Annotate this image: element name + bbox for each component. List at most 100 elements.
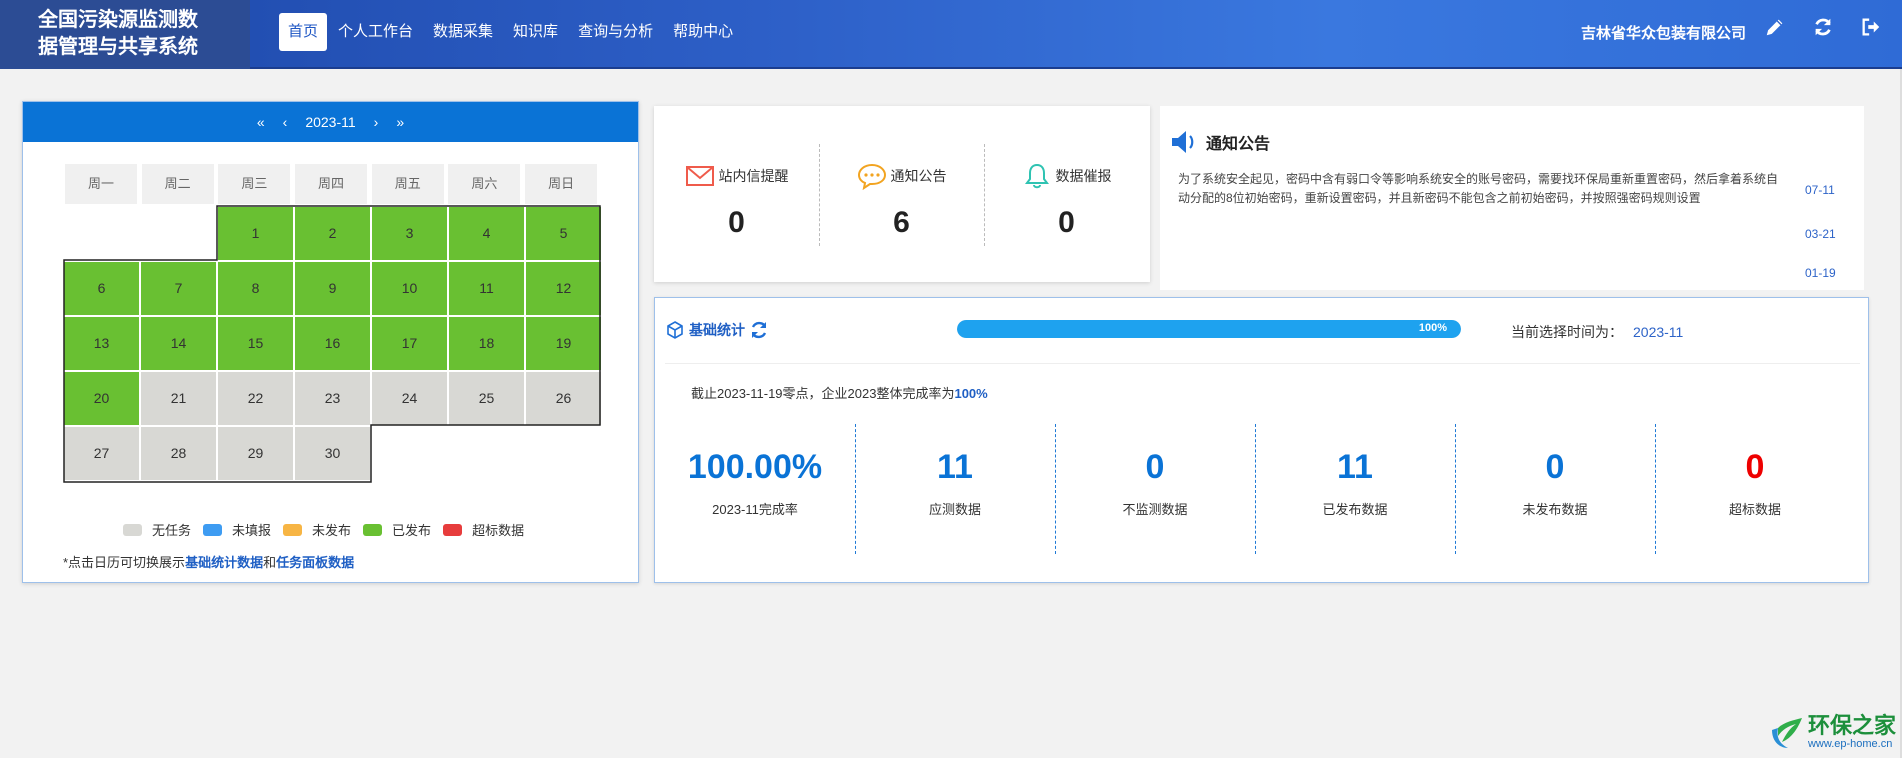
calendar-day[interactable]: 26 [525,371,602,426]
calendar-day[interactable]: 24 [371,371,448,426]
calendar-day[interactable]: 4 [448,206,525,261]
legend-label: 未填报 [232,523,272,538]
speaker-icon [1172,131,1194,153]
calendar-day[interactable]: 15 [217,316,294,371]
data-reminder-label: 数据催报 [1055,168,1112,184]
weekday-mon: 周一 [65,164,137,204]
weekday-fri: 周五 [371,164,444,204]
calendar-day[interactable]: 20 [63,371,140,426]
inbox-reminder[interactable]: 站内信提醒 0 [654,106,819,282]
calendar-day[interactable]: 22 [217,371,294,426]
calendar-day[interactable]: 10 [371,261,448,316]
next-year-button[interactable]: » [387,114,413,130]
top-header: 全国污染源监测数 据管理与共享系统 首页 个人工作台 数据采集 知识库 查询与分… [0,0,1902,69]
notice-reminder[interactable]: 通知公告 6 [819,106,984,282]
calendar-day[interactable]: 12 [525,261,602,316]
kpi-value: 0 [1745,448,1765,486]
kpi-label: 超标数据 [1728,502,1781,517]
weekday-thu: 周四 [295,164,368,204]
calendar-day[interactable]: 7 [140,261,217,316]
kpi-published-data[interactable]: 11 已发布数据 [1255,448,1455,518]
data-reminder-count: 0 [1058,206,1075,239]
weekday-sun: 周日 [525,164,598,204]
prev-month-button[interactable]: ‹ [274,114,297,130]
note-and: 和 [263,555,277,570]
legend-not-filled: 未填报 [203,520,271,539]
calendar-day[interactable]: 17 [371,316,448,371]
progress-text: 100% [1418,322,1447,334]
next-month-button[interactable]: › [365,114,388,130]
system-logo[interactable]: 全国污染源监测数 据管理与共享系统 [0,0,250,69]
calendar-day[interactable]: 9 [294,261,371,316]
calendar-day[interactable]: 21 [140,371,217,426]
kpi-value: 11 [937,448,973,486]
basic-stats-panel: 基础统计 100% 当前选择时间为： 2023-11 截止2023-11-19零点… [654,297,1869,583]
calendar-day[interactable]: 30 [294,426,371,481]
completion-summary: 截止2023-11-19零点，企业2023整体完成率为100% [691,383,988,402]
prev-year-button[interactable]: « [248,114,274,130]
kpi-value: 0 [1545,448,1565,486]
current-time: 当前选择时间为： 2023-11 [1511,322,1683,342]
kpi-completion-rate[interactable]: 100.00% 2023-11完成率 [655,448,855,518]
notice-panel: 通知公告 为了系统安全起见，密码中含有弱口令等影响系统安全的账号密码，需要找环保… [1160,106,1864,290]
notice-count: 6 [893,206,910,239]
stats-refresh-icon[interactable] [749,320,769,340]
calendar-day[interactable]: 8 [217,261,294,316]
calendar-grid: 30 29 28 27 26 25 24 23 22 21 20 19 18 17 16 15 14 13 12 11… [63,205,602,483]
legend-swatch [443,523,463,536]
inbox-label: 站内信提醒 [718,168,789,184]
nav-data-collection[interactable]: 数据采集 [424,13,502,51]
calendar-day[interactable]: 19 [525,316,602,371]
task-panel-link[interactable]: 任务面板数据 [276,555,354,570]
calendar-day[interactable]: 13 [63,316,140,371]
nav-home[interactable]: 首页 [279,13,328,51]
system-title-line2: 据管理与共享系统 [38,36,198,58]
legend-label: 已发布 [392,523,432,538]
calendar-day[interactable]: 2 [294,206,371,261]
note-prefix: *点击日历可切换展示 [63,555,186,570]
data-reminder[interactable]: 数据催报 0 [984,106,1149,282]
notice-content[interactable]: 为了系统安全起见，密码中含有弱口令等影响系统安全的账号密码，需要找环保局重新重置… [1178,170,1788,208]
kpi-unpublished-data[interactable]: 0 未发布数据 [1455,448,1655,518]
kpi-expected-data[interactable]: 11 应测数据 [855,448,1055,518]
refresh-icon[interactable] [1812,16,1838,42]
weekday-sat: 周六 [448,164,521,204]
calendar-day[interactable]: 28 [140,426,217,481]
nav-help-center[interactable]: 帮助中心 [664,13,742,51]
calendar-note: *点击日历可切换展示基础统计数据和任务面板数据 [63,552,354,571]
logout-icon[interactable] [1860,16,1886,42]
weekday-wed: 周三 [218,164,291,204]
calendar-day[interactable]: 3 [371,206,448,261]
calendar-day[interactable]: 16 [294,316,371,371]
current-time-label: 当前选择时间为： [1511,324,1623,340]
kpi-value: 100.00% [687,448,823,486]
nav-knowledge-base[interactable]: 知识库 [504,13,567,51]
calendar-day[interactable]: 1 [217,206,294,261]
calendar-day[interactable]: 25 [448,371,525,426]
calendar-day[interactable]: 27 [63,426,140,481]
basic-stats-link[interactable]: 基础统计数据 [185,555,263,570]
calendar-day[interactable]: 5 [525,206,602,261]
calendar-day[interactable]: 23 [294,371,371,426]
current-time-value: 2023-11 [1633,324,1684,340]
main-nav: 首页 个人工作台 数据采集 知识库 查询与分析 帮助中心 [279,13,744,51]
calendar-day[interactable]: 11 [448,261,525,316]
kpi-exceed-data[interactable]: 0 超标数据 [1655,448,1855,518]
stats-title-text: 基础统计 [689,322,745,338]
calendar-day[interactable]: 14 [140,316,217,371]
summary-text: 截止2023-11-19零点，企业2023整体完成率为 [691,386,955,401]
summary-percent: 100% [954,386,988,401]
stats-title: 基础统计 [665,320,773,340]
chat-bubble-icon [857,163,886,190]
kpi-unmonitored-data[interactable]: 0 不监测数据 [1055,448,1255,518]
kpi-label: 2023-11完成率 [712,502,798,517]
envelope-icon [685,166,714,186]
nav-query-analysis[interactable]: 查询与分析 [569,13,662,51]
calendar-month-label: 2023-11 [305,114,356,130]
pencil-icon[interactable] [1764,16,1790,42]
calendar-day[interactable]: 6 [63,261,140,316]
notice-panel-title: 通知公告 [1170,128,1270,156]
calendar-day[interactable]: 18 [448,316,525,371]
calendar-day[interactable]: 29 [217,426,294,481]
nav-personal-workbench[interactable]: 个人工作台 [329,13,422,51]
